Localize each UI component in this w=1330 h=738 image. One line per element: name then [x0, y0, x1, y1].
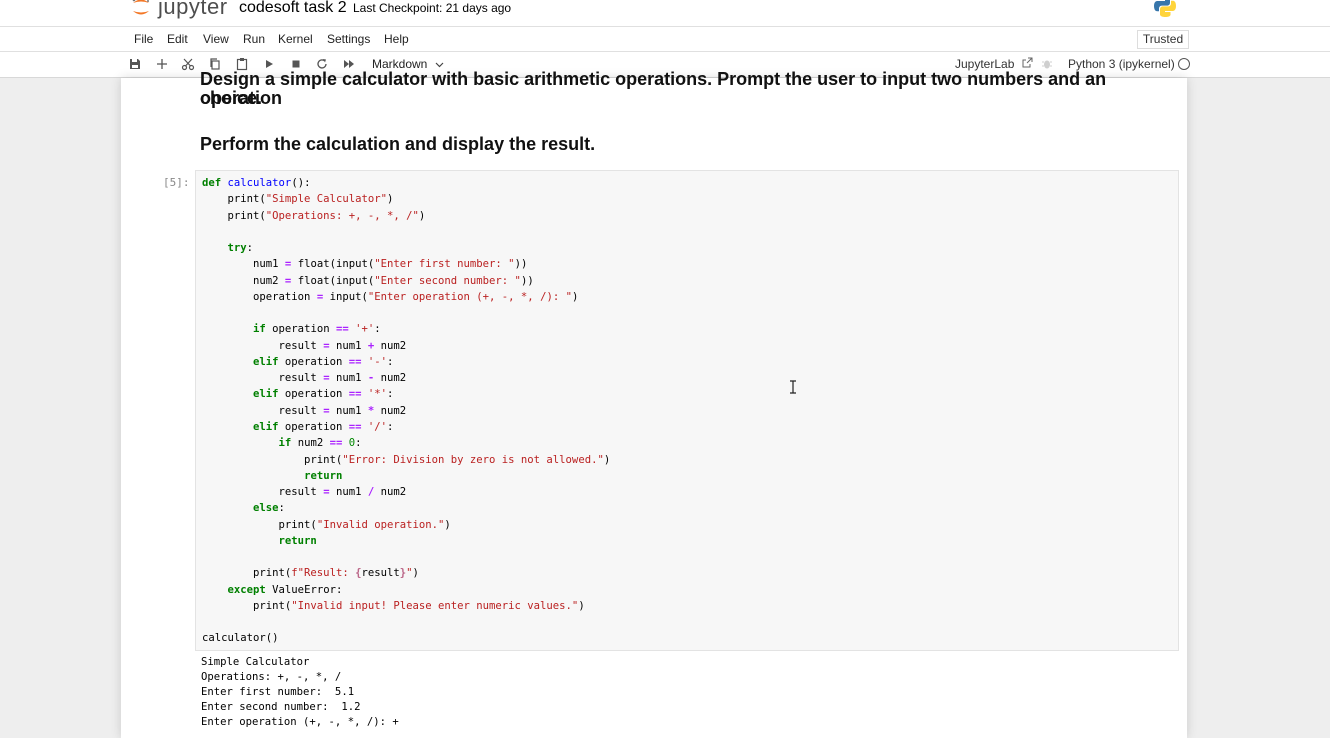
jupyter-logo-icon: [131, 0, 151, 20]
menu-bar: File Edit View Run Kernel Settings Help …: [0, 27, 1330, 52]
cell-output: Simple Calculator Operations: +, -, *, / E…: [201, 655, 399, 730]
jupyter-logo-text: jupyter: [158, 0, 228, 19]
output-line: Operations: +, -, *, /: [201, 671, 342, 683]
kernel-status-idle-icon: [1178, 58, 1190, 70]
add-cell-icon[interactable]: [154, 56, 170, 72]
menu-edit[interactable]: Edit: [167, 32, 188, 46]
code-editor-text[interactable]: def calculator(): print("Simple Calculat…: [202, 175, 610, 647]
output-line: Enter second number: 1.2: [201, 701, 361, 713]
cell-execution-prompt: [5]:: [163, 176, 190, 189]
markdown-heading-line-2: choice.: [200, 88, 263, 108]
output-line: Enter operation (+, -, *, /): +: [201, 716, 399, 728]
jupyter-logo[interactable]: jupyter: [131, 0, 228, 24]
menu-help[interactable]: Help: [384, 32, 409, 46]
markdown-heading-line-3: Perform the calculation and display the …: [200, 134, 596, 154]
notebook-header: jupyter codesoft task 2 Last Checkpoint:…: [0, 0, 1330, 27]
last-checkpoint-label: Last Checkpoint: 21 days ago: [353, 1, 512, 15]
markdown-heading-line-1: Design a simple calculator with basic ar…: [200, 69, 1107, 108]
text-cursor-icon: [789, 380, 797, 399]
cut-icon[interactable]: [180, 56, 196, 72]
notebook-title[interactable]: codesoft task 2: [239, 0, 347, 17]
trusted-indicator[interactable]: Trusted: [1137, 30, 1189, 49]
save-icon[interactable]: [127, 56, 143, 72]
python-logo-icon: [1153, 0, 1177, 23]
output-line: Simple Calculator: [201, 656, 310, 668]
menu-view[interactable]: View: [203, 32, 229, 46]
menu-settings[interactable]: Settings: [327, 32, 370, 46]
notebook-page: Design a simple calculator with basic ar…: [121, 70, 1187, 738]
output-line: Enter first number: 5.1: [201, 686, 355, 698]
menu-file[interactable]: File: [134, 32, 153, 46]
code-cell-editor[interactable]: def calculator(): print("Simple Calculat…: [195, 170, 1179, 651]
menu-run[interactable]: Run: [243, 32, 265, 46]
menu-kernel[interactable]: Kernel: [278, 32, 313, 46]
